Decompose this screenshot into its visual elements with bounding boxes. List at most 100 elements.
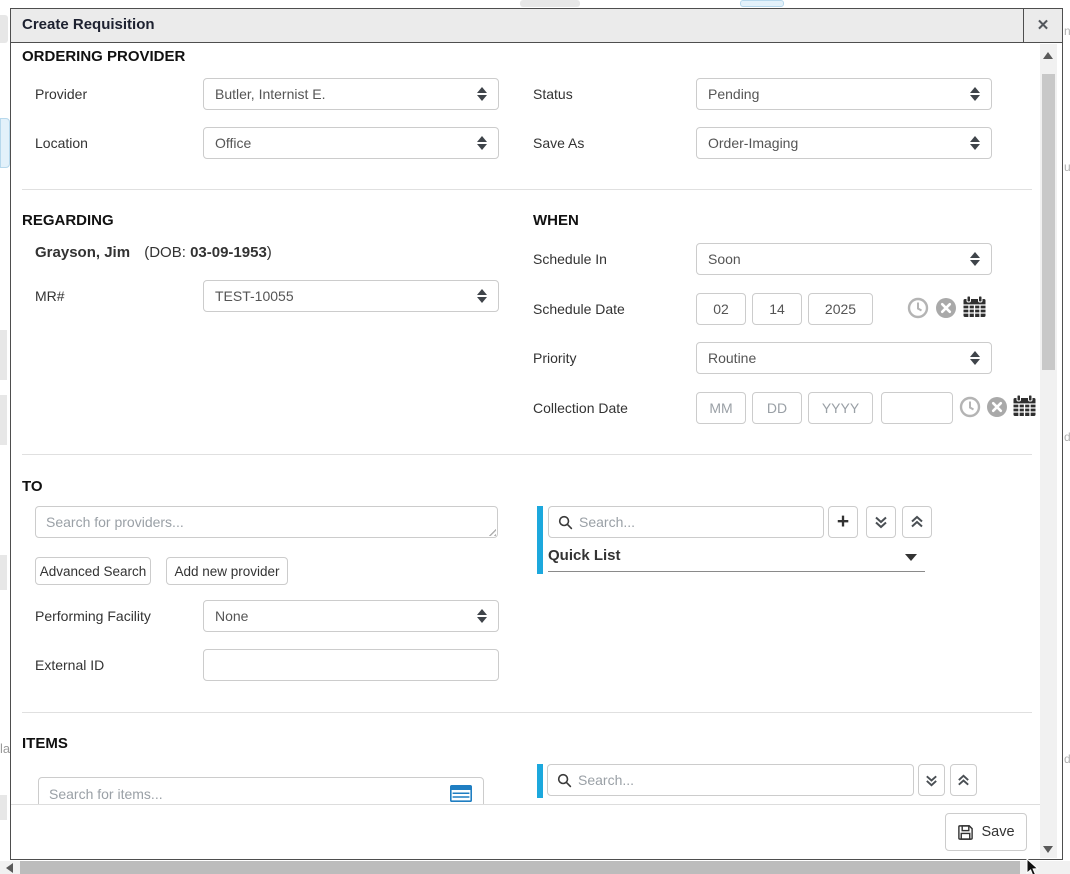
provider-quicklist-search — [548, 506, 824, 538]
expand-all-button[interactable] — [866, 506, 896, 538]
patient-info-line: Grayson, Jim (DOB: 03-09-1953) — [35, 244, 272, 261]
schedule-date-month-input[interactable] — [696, 293, 746, 325]
close-button[interactable]: ✕ — [1023, 8, 1063, 43]
add-provider-to-list-button[interactable]: + — [828, 506, 858, 538]
page: la n ur d do Create Requisition ✕ ORDERI… — [0, 0, 1070, 874]
status-select[interactable]: Pending — [696, 78, 992, 110]
schedule-clear-button[interactable] — [935, 297, 957, 324]
location-select-value: Office — [215, 135, 251, 151]
horizontal-scrollbar-thumb[interactable] — [20, 861, 1020, 874]
background-fragment-text: la — [0, 741, 10, 756]
performing-facility-select[interactable]: None — [203, 600, 499, 632]
vertical-scrollbar-thumb[interactable] — [1042, 74, 1055, 370]
chevron-double-down-icon — [924, 773, 939, 788]
section-title-ordering-provider: ORDERING PROVIDER — [22, 48, 185, 65]
priority-select-value: Routine — [708, 350, 756, 366]
chevron-double-down-icon — [873, 514, 889, 530]
quick-list-label: Quick List — [548, 547, 621, 564]
section-title-items: ITEMS — [22, 735, 68, 752]
background-fragment-text: d — [1064, 430, 1070, 444]
mr-label: MR# — [35, 280, 65, 312]
mr-select[interactable]: TEST-10055 — [203, 280, 499, 312]
collection-date-month-input[interactable] — [696, 392, 746, 424]
providers-search-textarea[interactable] — [35, 506, 498, 538]
schedule-in-label: Schedule In — [533, 243, 607, 275]
chevron-double-up-icon — [909, 514, 925, 530]
select-arrows-icon — [970, 136, 980, 150]
select-arrows-icon — [477, 289, 487, 303]
quick-list-underline — [548, 571, 925, 572]
schedule-calendar-button[interactable] — [962, 295, 987, 324]
items-expand-all-button[interactable] — [918, 764, 945, 796]
save-button[interactable]: Save — [945, 813, 1027, 851]
patient-name: Grayson, Jim — [35, 244, 130, 261]
patient-dob: 03-09-1953 — [190, 244, 267, 261]
calendar-icon — [962, 295, 987, 319]
schedule-date-label: Schedule Date — [533, 293, 625, 325]
close-icon: ✕ — [1037, 17, 1050, 34]
collection-date-day-input[interactable] — [752, 392, 802, 424]
clear-circle-icon — [986, 396, 1008, 418]
save-icon — [957, 824, 974, 841]
add-new-provider-button[interactable]: Add new provider — [166, 557, 288, 585]
section-divider — [22, 712, 1032, 713]
search-icon — [557, 773, 572, 788]
schedule-time-button[interactable] — [907, 297, 929, 324]
performing-facility-label: Performing Facility — [35, 600, 151, 632]
accent-bar — [537, 764, 543, 798]
location-label: Location — [35, 127, 88, 159]
save-as-label: Save As — [533, 127, 584, 159]
items-search-wrap — [38, 777, 484, 804]
collection-time-input[interactable] — [881, 392, 953, 424]
search-icon — [558, 515, 573, 530]
clock-icon — [959, 396, 981, 418]
save-button-label: Save — [981, 824, 1014, 840]
collection-calendar-button[interactable] — [1012, 394, 1037, 423]
advanced-search-button[interactable]: Advanced Search — [35, 557, 151, 585]
external-id-input[interactable] — [203, 649, 499, 681]
priority-label: Priority — [533, 342, 577, 374]
schedule-date-day-input[interactable] — [752, 293, 802, 325]
schedule-date-year-input[interactable] — [808, 293, 873, 325]
items-collapse-all-button[interactable] — [950, 764, 977, 796]
items-search-input[interactable] — [38, 777, 484, 804]
collection-date-year-input[interactable] — [808, 392, 873, 424]
quick-list-toggle[interactable]: Quick List — [548, 547, 925, 571]
schedule-in-select[interactable]: Soon — [696, 243, 992, 275]
background-fragment — [740, 0, 784, 7]
table-icon — [450, 785, 472, 802]
provider-select[interactable]: Butler, Internist E. — [203, 78, 499, 110]
patient-dob-prefix: (DOB: — [144, 244, 190, 261]
save-as-select[interactable]: Order-Imaging — [696, 127, 992, 159]
background-fragment — [0, 555, 7, 590]
priority-select[interactable]: Routine — [696, 342, 992, 374]
dialog-title: Create Requisition — [22, 16, 155, 33]
caret-down-icon — [905, 554, 917, 561]
schedule-in-select-value: Soon — [708, 251, 741, 267]
item-browser-button[interactable] — [450, 785, 472, 804]
accent-bar — [537, 506, 543, 574]
background-fragment-text: n — [1064, 24, 1070, 38]
select-arrows-icon — [477, 136, 487, 150]
location-select[interactable]: Office — [203, 127, 499, 159]
items-quicklist-search-input[interactable] — [578, 772, 913, 788]
section-title-to: TO — [22, 478, 43, 495]
provider-quicklist-search-input[interactable] — [579, 514, 823, 530]
collection-time-button[interactable] — [959, 396, 981, 423]
performing-facility-select-value: None — [215, 608, 248, 624]
provider-select-value: Butler, Internist E. — [215, 86, 326, 102]
scroll-up-button[interactable] — [1043, 52, 1053, 59]
status-label: Status — [533, 78, 573, 110]
scroll-down-button[interactable] — [1043, 846, 1053, 853]
collection-clear-button[interactable] — [986, 396, 1008, 423]
collection-date-label: Collection Date — [533, 392, 628, 424]
mr-select-value: TEST-10055 — [215, 288, 294, 304]
footer-divider — [11, 804, 1040, 805]
select-arrows-icon — [970, 87, 980, 101]
dialog-header — [10, 8, 1063, 43]
scroll-left-button[interactable] — [6, 863, 13, 873]
select-arrows-icon — [477, 87, 487, 101]
select-arrows-icon — [477, 609, 487, 623]
section-divider — [22, 189, 1032, 190]
collapse-all-button[interactable] — [902, 506, 932, 538]
